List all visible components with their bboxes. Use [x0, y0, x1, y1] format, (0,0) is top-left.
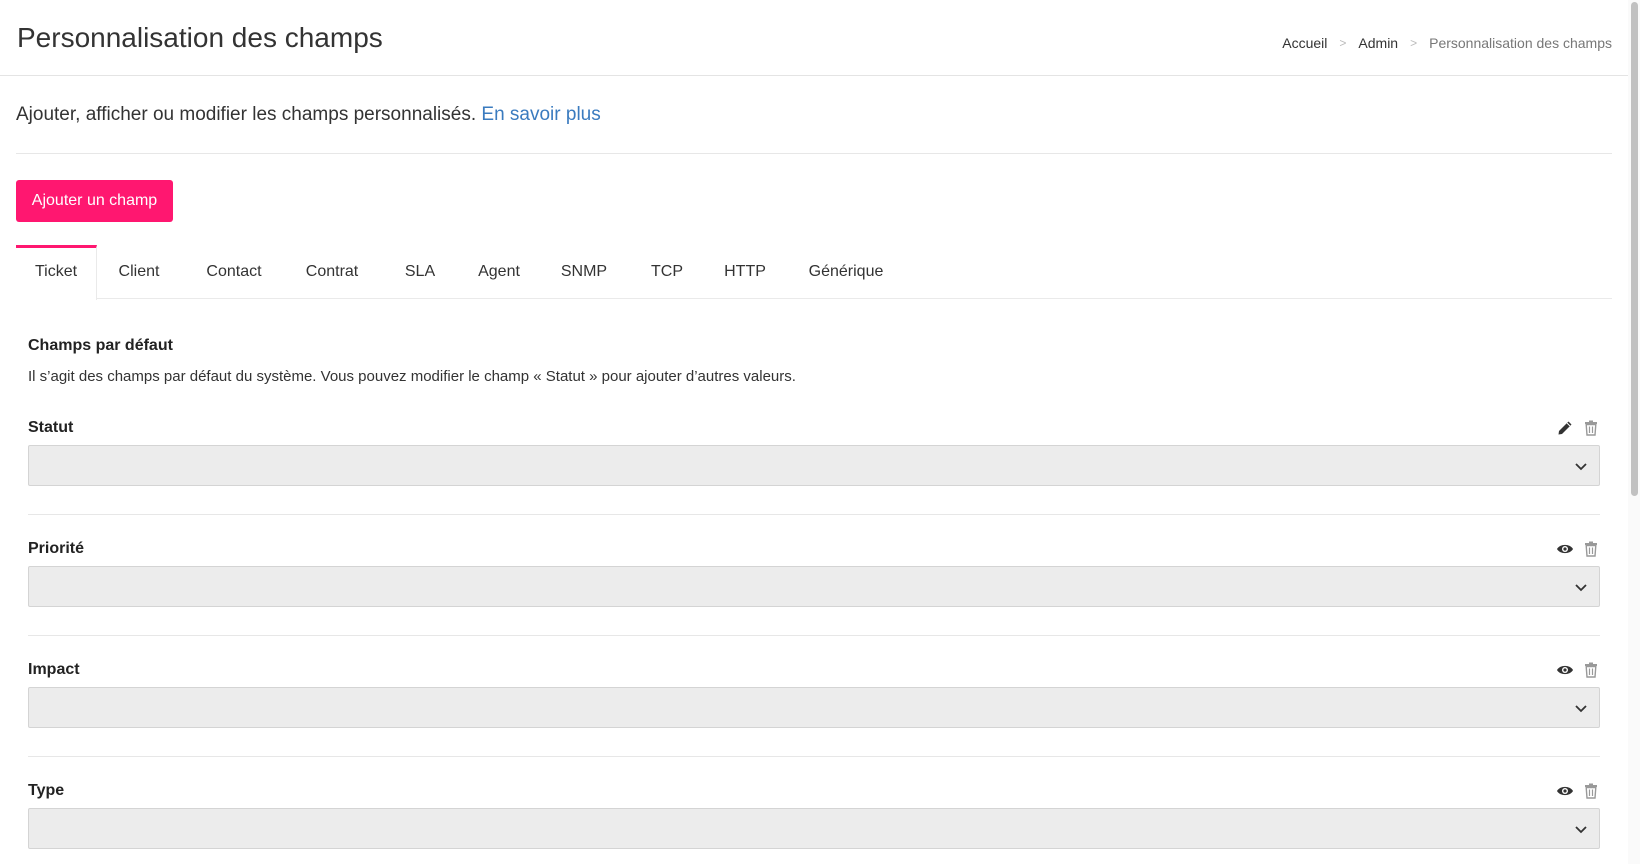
field-actions	[1556, 661, 1600, 679]
field-label: Statut	[28, 419, 74, 436]
breadcrumb-home[interactable]: Accueil	[1282, 35, 1327, 51]
eye-icon[interactable]	[1556, 661, 1574, 679]
intro-description: Ajouter, afficher ou modifier les champs…	[16, 104, 477, 125]
page-header: Personnalisation des champs Accueil > Ad…	[0, 0, 1628, 76]
tab-sla[interactable]: SLA	[404, 245, 436, 299]
breadcrumb-separator: >	[1339, 36, 1347, 50]
add-field-button[interactable]: Ajouter un champ	[16, 180, 173, 222]
pencil-icon[interactable]	[1556, 419, 1574, 437]
tab-snmp[interactable]: SNMP	[559, 245, 609, 299]
chevron-down-icon	[1575, 826, 1587, 834]
trash-icon[interactable]	[1582, 540, 1600, 558]
priorite-select[interactable]	[28, 566, 1600, 607]
chevron-down-icon	[1575, 463, 1587, 471]
field-actions	[1556, 540, 1600, 558]
tab-client[interactable]: Client	[114, 245, 164, 299]
eye-icon[interactable]	[1556, 782, 1574, 800]
field-label: Priorité	[28, 540, 85, 557]
section-title: Champs par défaut	[28, 337, 173, 354]
section-description: Il s’agit des champs par défaut du systè…	[28, 368, 796, 385]
field-divider	[28, 756, 1600, 757]
field-divider	[28, 635, 1600, 636]
entity-tabs: Ticket Client Contact Contrat SLA Agent …	[16, 245, 1612, 300]
page: Personnalisation des champs Accueil > Ad…	[0, 0, 1640, 864]
tab-contact[interactable]: Contact	[204, 245, 264, 299]
field-actions	[1556, 782, 1600, 800]
tab-ticket[interactable]: Ticket	[16, 245, 97, 300]
field-divider	[28, 514, 1600, 515]
intro-text: Ajouter, afficher ou modifier les champs…	[16, 104, 601, 126]
field-actions	[1556, 419, 1600, 437]
breadcrumb-current: Personnalisation des champs	[1429, 35, 1612, 51]
learn-more-link[interactable]: En savoir plus	[481, 104, 600, 125]
field-label: Impact	[28, 661, 80, 678]
tab-tcp[interactable]: TCP	[648, 245, 686, 299]
field-impact: Impact	[28, 661, 1600, 761]
statut-select[interactable]	[28, 445, 1600, 486]
tab-contrat[interactable]: Contrat	[302, 245, 362, 299]
tab-agent[interactable]: Agent	[474, 245, 524, 299]
vertical-scrollbar[interactable]	[1628, 0, 1640, 864]
breadcrumb-admin[interactable]: Admin	[1358, 35, 1398, 51]
intro-divider	[16, 153, 1612, 154]
chevron-down-icon	[1575, 705, 1587, 713]
field-statut: Statut	[28, 419, 1600, 519]
page-title: Personnalisation des champs	[17, 22, 383, 53]
impact-select[interactable]	[28, 687, 1600, 728]
breadcrumb-separator: >	[1410, 36, 1418, 50]
type-select[interactable]	[28, 808, 1600, 849]
field-priorite: Priorité	[28, 540, 1600, 640]
tab-generique[interactable]: Générique	[806, 245, 886, 299]
trash-icon[interactable]	[1582, 419, 1600, 437]
field-type: Type	[28, 782, 1600, 862]
eye-icon[interactable]	[1556, 540, 1574, 558]
trash-icon[interactable]	[1582, 782, 1600, 800]
chevron-down-icon	[1575, 584, 1587, 592]
breadcrumb: Accueil > Admin > Personnalisation des c…	[1282, 35, 1612, 51]
tab-http[interactable]: HTTP	[721, 245, 769, 299]
scrollbar-thumb[interactable]	[1631, 2, 1638, 496]
field-label: Type	[28, 782, 65, 799]
trash-icon[interactable]	[1582, 661, 1600, 679]
